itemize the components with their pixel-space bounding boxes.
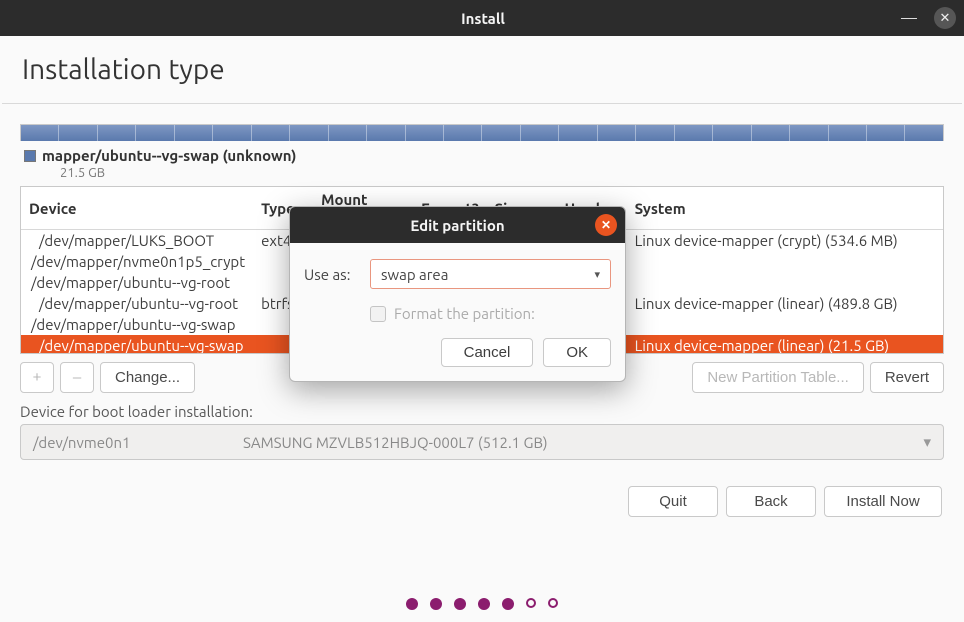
new-partition-table-button[interactable]: New Partition Table... <box>692 362 863 393</box>
bootloader-device-dropdown[interactable]: /dev/nvme0n1 SAMSUNG MZVLB512HBJQ-000L7 … <box>20 424 944 460</box>
back-button[interactable]: Back <box>726 486 816 517</box>
col-device[interactable]: Device <box>21 187 253 230</box>
add-partition-button[interactable]: + <box>20 362 54 393</box>
window-title: Install <box>68 10 898 27</box>
format-partition-label: Format the partition: <box>394 305 535 322</box>
table-cell <box>627 314 943 335</box>
minimize-button[interactable]: — <box>898 7 920 29</box>
dialog-titlebar: Edit partition ✕ <box>290 207 625 243</box>
window-titlebar: Install — ✕ <box>0 0 964 36</box>
table-cell: /dev/mapper/nvme0n1p5_crypt <box>21 251 253 272</box>
format-partition-checkbox[interactable] <box>370 306 386 322</box>
table-cell: Linux device-mapper (linear) (489.8 GB) <box>627 293 943 314</box>
step-dot <box>548 598 558 608</box>
partition-size-label: 21.5 GB <box>60 166 296 180</box>
chevron-down-icon: ▾ <box>594 268 600 281</box>
step-dot <box>454 598 466 610</box>
change-partition-button[interactable]: Change... <box>100 362 195 393</box>
ok-button[interactable]: OK <box>543 338 611 367</box>
dialog-title: Edit partition <box>320 217 595 234</box>
page-title: Installation type <box>0 36 964 103</box>
table-cell: /dev/mapper/LUKS_BOOT <box>21 230 253 252</box>
use-as-value: swap area <box>381 266 448 283</box>
partition-preview <box>20 124 944 141</box>
close-icon: ✕ <box>940 11 951 26</box>
remove-partition-button[interactable]: – <box>60 362 94 393</box>
table-cell: Linux device-mapper (linear) (21.5 GB) <box>627 335 943 353</box>
dialog-close-button[interactable]: ✕ <box>595 214 617 236</box>
table-cell <box>627 272 943 293</box>
chevron-down-icon: ▾ <box>923 433 931 451</box>
install-now-button[interactable]: Install Now <box>824 486 942 517</box>
step-dot <box>478 598 490 610</box>
close-button[interactable]: ✕ <box>934 7 956 29</box>
step-dot <box>430 598 442 610</box>
bootloader-device-value: /dev/nvme0n1 <box>33 434 243 451</box>
partition-color-swatch <box>24 150 36 162</box>
minimize-icon: — <box>901 9 917 27</box>
step-dot-current <box>526 598 536 608</box>
table-cell: Linux device-mapper (crypt) (534.6 MB) <box>627 230 943 252</box>
use-as-label: Use as: <box>304 266 360 283</box>
table-cell: /dev/mapper/ubuntu--vg-root <box>21 293 253 314</box>
use-as-dropdown[interactable]: swap area ▾ <box>370 259 611 289</box>
partition-name-label: mapper/ubuntu--vg-swap (unknown) <box>42 147 296 164</box>
table-cell: /dev/mapper/ubuntu--vg-swap <box>21 314 253 335</box>
quit-button[interactable]: Quit <box>628 486 718 517</box>
cancel-button[interactable]: Cancel <box>441 338 534 367</box>
revert-button[interactable]: Revert <box>870 362 944 393</box>
table-cell: /dev/mapper/ubuntu--vg-swap <box>21 335 253 353</box>
step-dot <box>502 598 514 610</box>
col-system[interactable]: System <box>627 187 943 230</box>
bootloader-device-desc: SAMSUNG MZVLB512HBJQ-000L7 (512.1 GB) <box>243 434 548 451</box>
partition-preview-bar <box>21 125 943 141</box>
step-dot <box>406 598 418 610</box>
close-icon: ✕ <box>601 218 611 232</box>
table-cell <box>627 251 943 272</box>
edit-partition-dialog: Edit partition ✕ Use as: swap area ▾ For… <box>289 206 626 382</box>
table-cell: /dev/mapper/ubuntu--vg-root <box>21 272 253 293</box>
progress-dots <box>0 598 964 610</box>
bootloader-label: Device for boot loader installation: <box>20 403 944 420</box>
